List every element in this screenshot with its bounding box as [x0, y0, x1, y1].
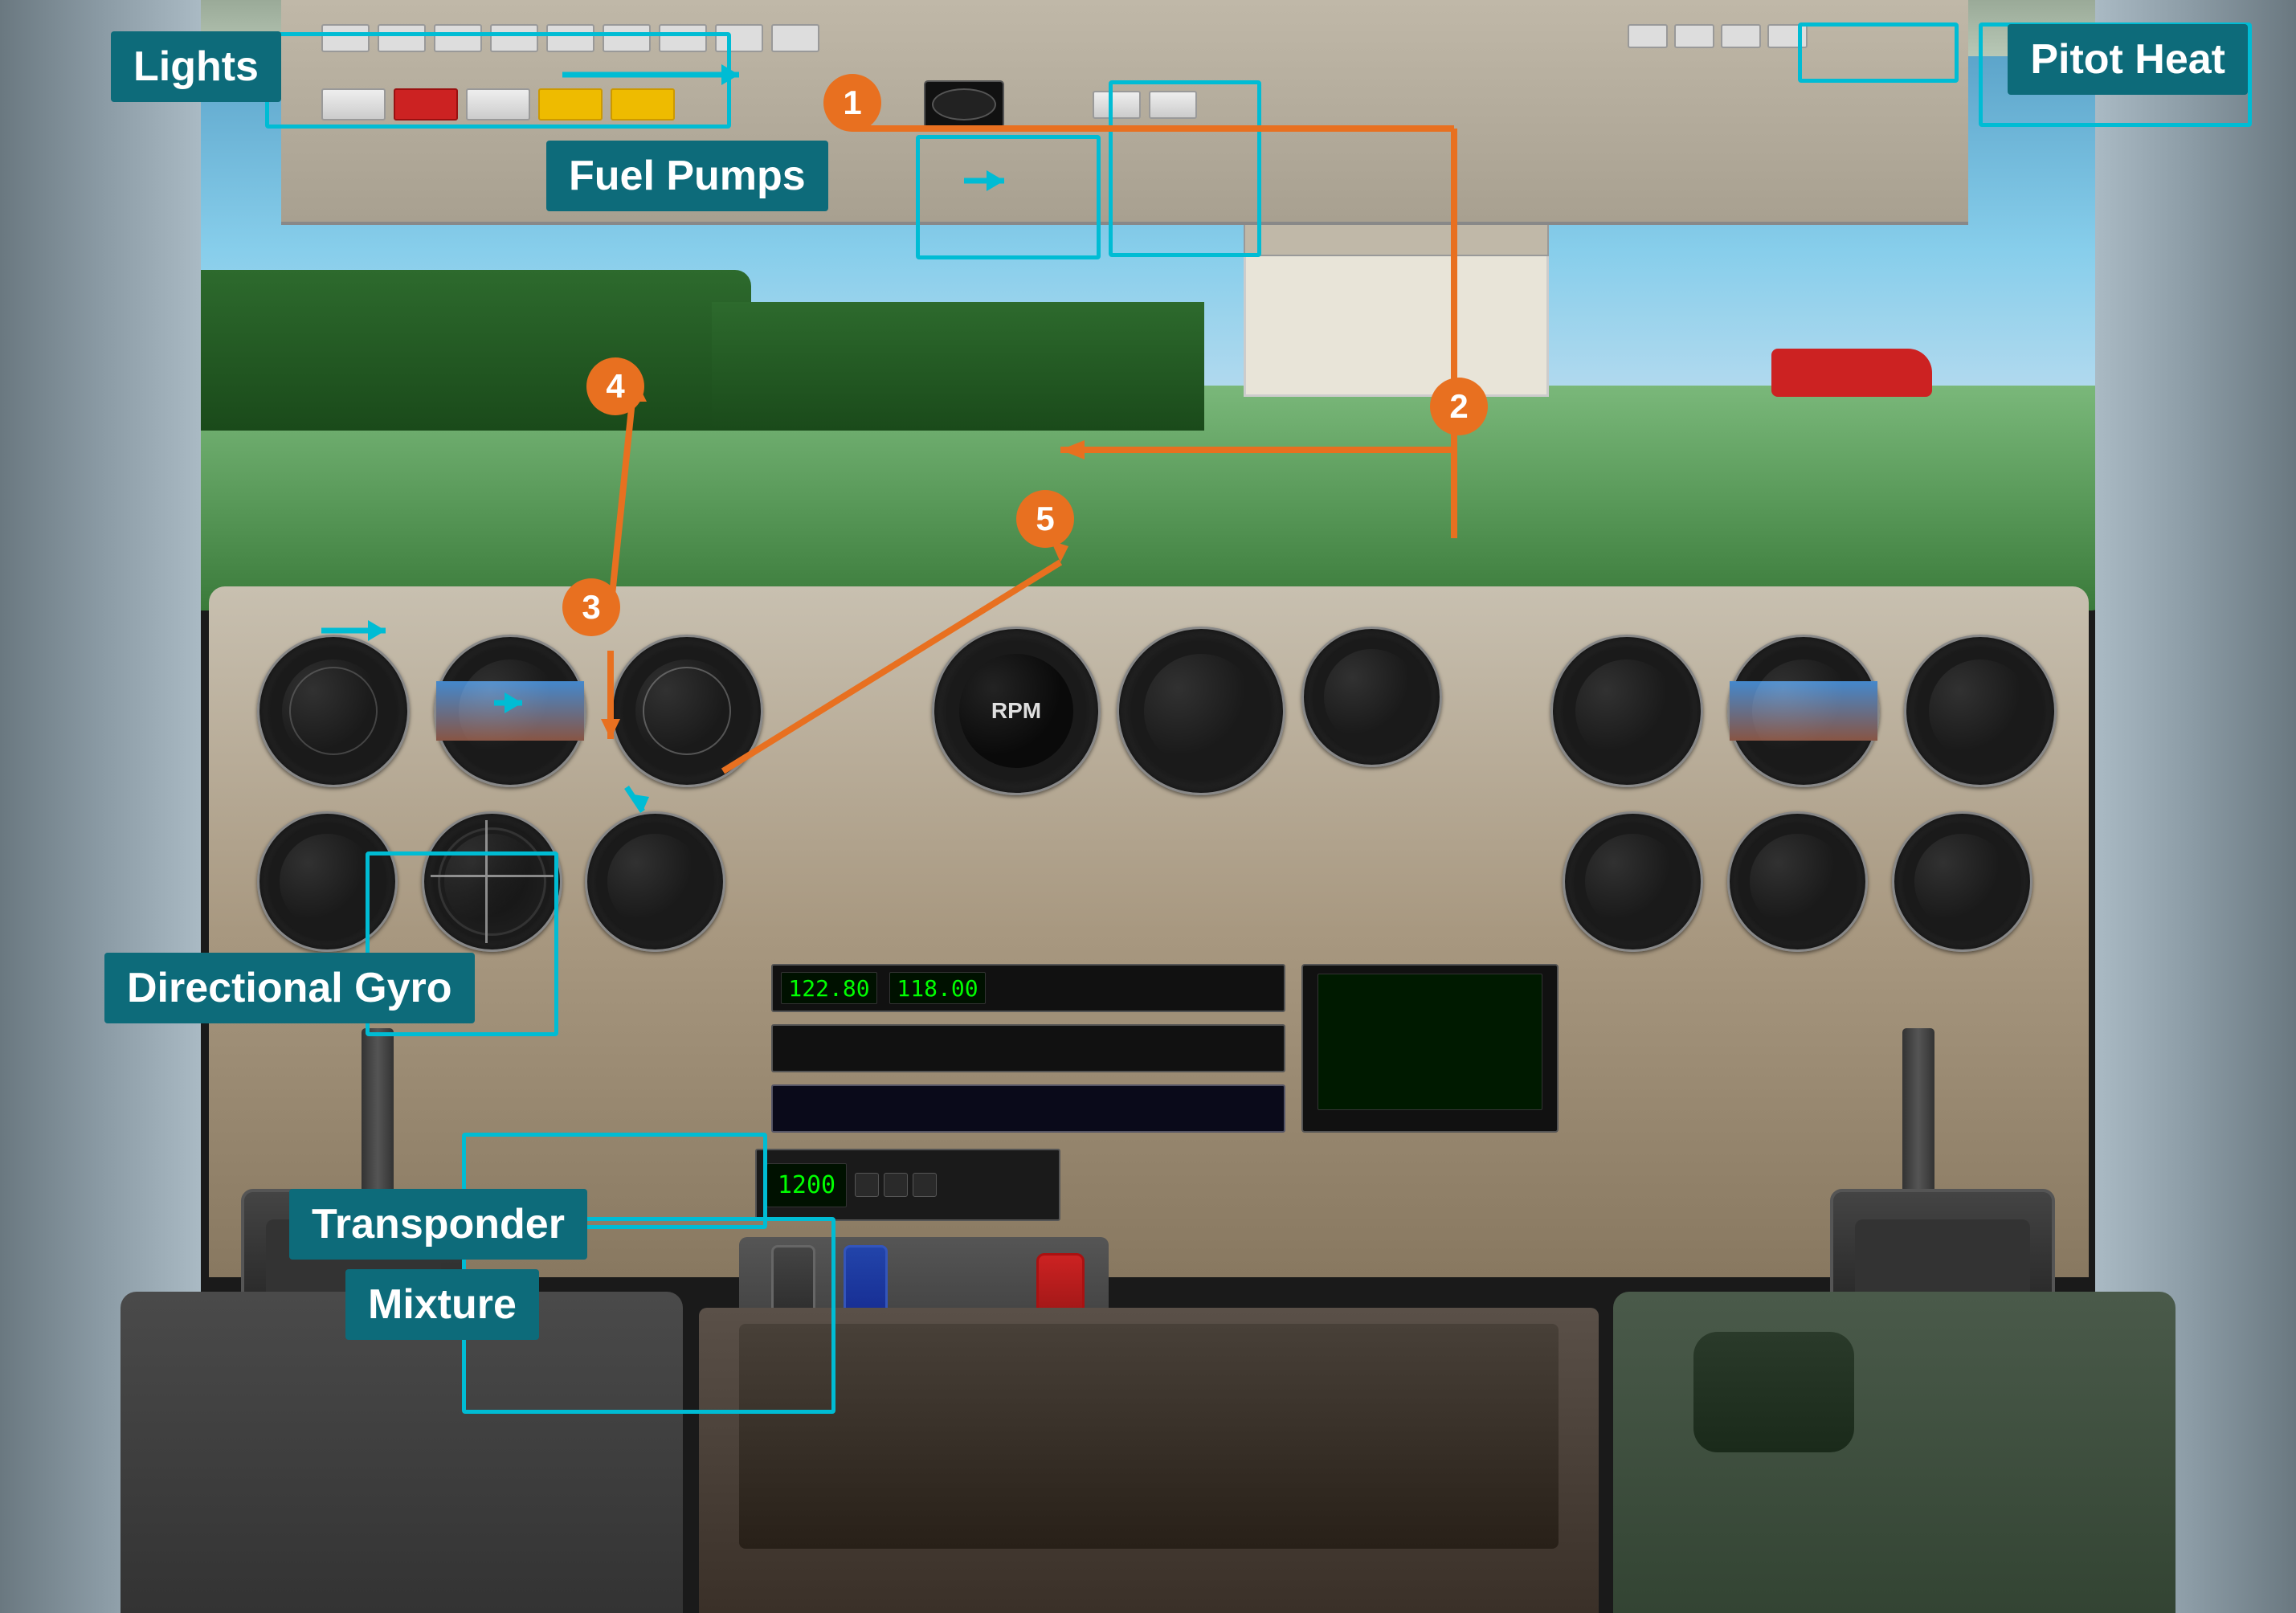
transponder-label: Transponder — [289, 1189, 587, 1260]
headset — [1693, 1332, 1854, 1452]
lights-label: Lights — [111, 31, 281, 102]
right-vsi — [1892, 811, 2032, 952]
transponder-unit: 1200 — [755, 1149, 1060, 1221]
pitot-heat-highlight-box-2 — [1798, 22, 1959, 83]
com-radio-1: 122.80 118.00 — [771, 964, 1285, 1012]
right-switches — [1628, 24, 1808, 48]
gps-unit — [1301, 964, 1559, 1133]
airspeed-indicator — [257, 635, 410, 787]
annotation-4: 4 — [586, 357, 644, 415]
switch-9[interactable] — [771, 24, 819, 52]
annotation-5: 5 — [1016, 490, 1074, 548]
lights-highlight-box — [265, 32, 731, 129]
attitude-indicator — [434, 635, 586, 787]
tachometer: RPM — [932, 627, 1101, 795]
r-switch-2[interactable] — [1674, 24, 1714, 48]
fuel-pumps-label: Fuel Pumps — [546, 141, 828, 211]
right-turn — [1563, 811, 1703, 952]
com-radio-2 — [771, 1024, 1285, 1072]
annotation-1: 1 — [823, 74, 881, 132]
pedestal-top — [739, 1324, 1559, 1549]
fuel-pumps-highlight-box-1 — [916, 135, 1101, 259]
altimeter — [611, 635, 763, 787]
mixture-label: Mixture — [345, 1269, 539, 1340]
r-switch-1[interactable] — [1628, 24, 1668, 48]
right-altimeter — [1904, 635, 2057, 787]
right-seat — [1613, 1292, 2175, 1613]
fuel-pumps-highlight-box-2 — [1109, 80, 1261, 257]
annotation-3: 3 — [562, 578, 620, 636]
directional-gyro-label: Directional Gyro — [104, 953, 475, 1023]
right-airspeed — [1550, 635, 1703, 787]
r-switch-3[interactable] — [1721, 24, 1761, 48]
nav-display — [1117, 627, 1285, 795]
right-attitude — [1727, 635, 1880, 787]
nav-radio — [771, 1084, 1285, 1133]
fuel-gauge-circle — [932, 88, 996, 120]
egt-gauge — [1301, 627, 1442, 767]
right-gyro — [1727, 811, 1868, 952]
pitot-heat-label: Pitot Heat — [2008, 24, 2248, 95]
annotation-2: 2 — [1430, 378, 1488, 435]
vertical-speed — [585, 811, 725, 952]
cockpit-container: RPM 122.80 118.00 — [0, 0, 2296, 1613]
fuel-pump-gauge — [924, 80, 1004, 129]
